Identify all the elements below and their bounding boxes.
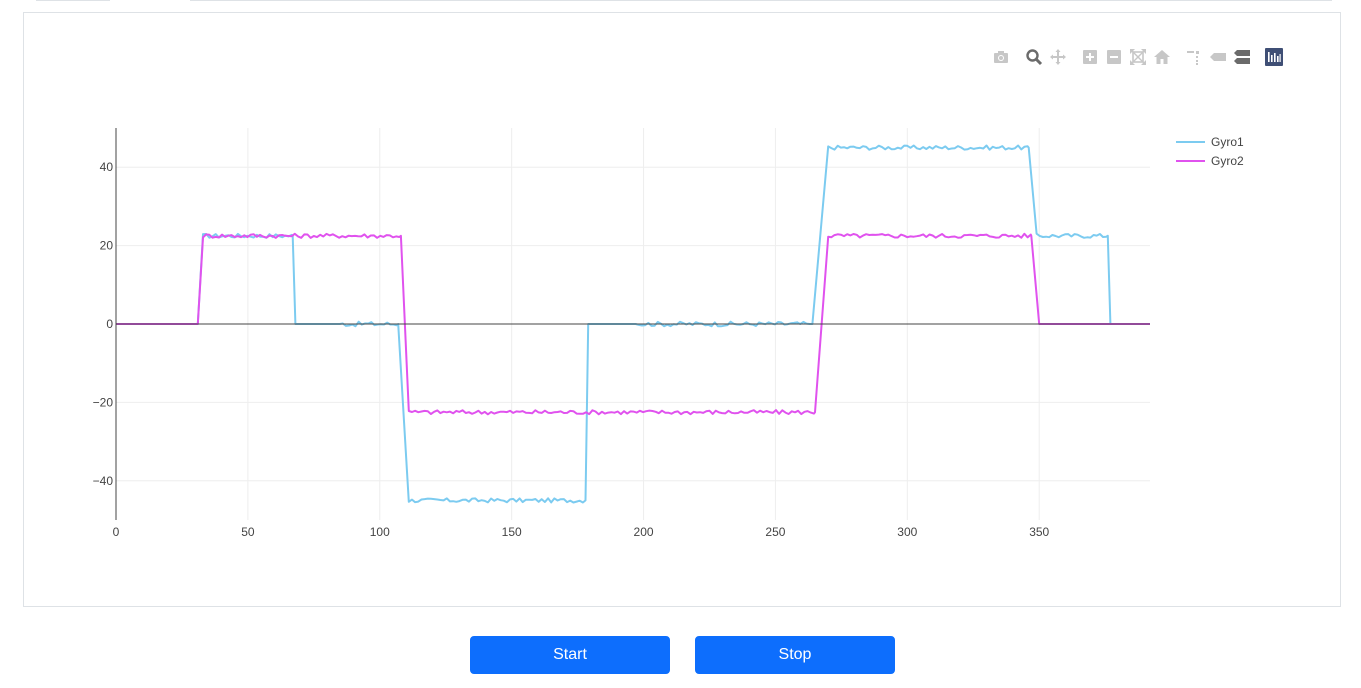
x-tick-label: 0 (113, 525, 120, 539)
y-tick-label: −40 (93, 474, 114, 488)
x-tick-label: 250 (765, 525, 785, 539)
y-tick-label: −20 (93, 395, 114, 409)
y-tick-label: 20 (100, 239, 114, 253)
legend-label[interactable]: Gyro2 (1211, 154, 1244, 168)
start-button[interactable]: Start (470, 636, 670, 674)
stop-button[interactable]: Stop (695, 636, 895, 674)
y-tick-label: 0 (106, 317, 113, 331)
gyro-line-chart: 0 50 100 150 200 250 300 35040200−20−40 Gyro1Gy… (93, 128, 1244, 539)
x-tick-label: 350 (1029, 525, 1049, 539)
y-tick-label: 40 (100, 160, 114, 174)
x-tick-label: 300 (897, 525, 917, 539)
x-tick-label: 100 (370, 525, 390, 539)
x-tick-label: 200 (634, 525, 654, 539)
x-tick-label: 50 (241, 525, 255, 539)
x-tick-label: 150 (502, 525, 522, 539)
legend-label[interactable]: Gyro1 (1211, 135, 1244, 149)
chart-axes: 0 50 100 150 200 250 300 35040200−20−40 (93, 128, 1150, 539)
chart-legend[interactable]: Gyro1 Gyro2 (1176, 135, 1244, 168)
